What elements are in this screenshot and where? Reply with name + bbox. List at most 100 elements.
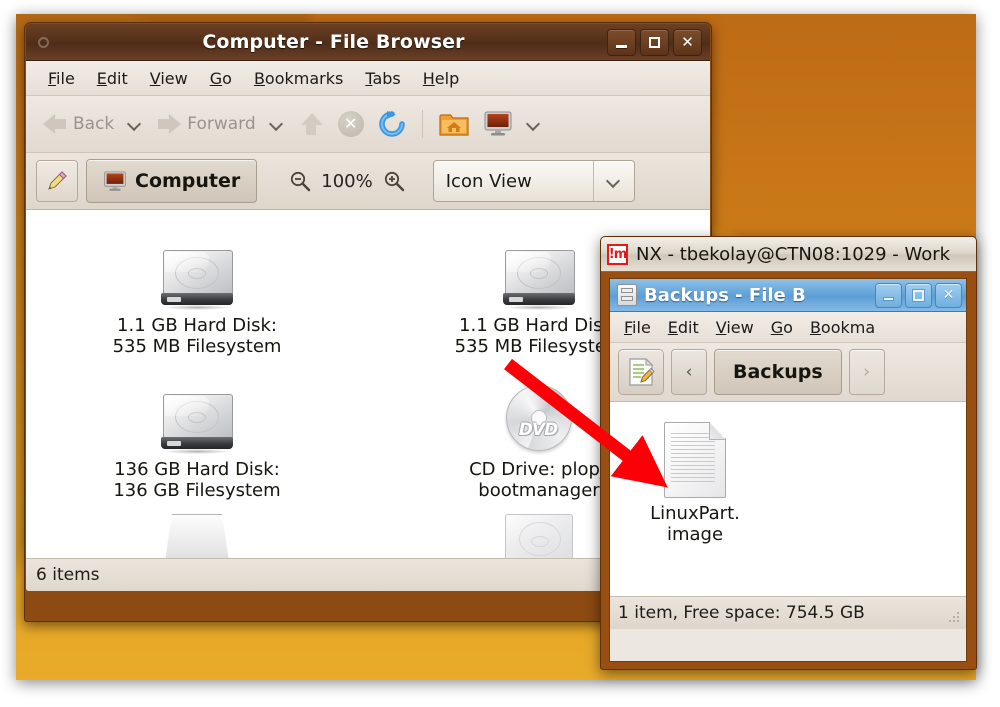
maximize-icon <box>913 289 924 301</box>
menu-view[interactable]: View <box>140 66 198 91</box>
list-item[interactable]: 1.1 GB Hard Disk: 535 MB Filesystem <box>26 226 368 370</box>
view-mode-combobox[interactable]: Icon View <box>432 160 635 202</box>
menu-file[interactable]: File <box>616 316 659 339</box>
stop-button[interactable]: ✕ <box>332 107 370 141</box>
back-arrow-icon <box>42 112 68 136</box>
stop-icon: ✕ <box>337 111 364 137</box>
nx-icon-glyph: !m <box>608 246 628 262</box>
close-button[interactable]: ✕ <box>673 28 702 56</box>
nx-window-title: NX - tbekolay@CTN08:1029 - Work <box>636 243 951 265</box>
next-button[interactable]: › <box>848 349 885 395</box>
nx-app-icon: !m <box>607 243 628 265</box>
next-label: › <box>863 362 871 382</box>
back-history-dropdown[interactable] <box>122 113 148 135</box>
computer-navigation-toolbar: Back Forward ✕ <box>26 96 710 153</box>
backups-file-browser-window[interactable]: Backups - File B ✕ File Edit View Go Boo… <box>609 278 967 662</box>
minimize-icon <box>883 296 894 301</box>
chevron-down-icon <box>527 117 541 131</box>
backups-statusbar: 1 item, Free space: 754.5 GB <box>610 596 966 629</box>
home-button[interactable] <box>433 107 475 141</box>
forward-history-dropdown[interactable] <box>264 113 290 135</box>
dvd-label: DVD <box>518 419 558 440</box>
menu-bookmarks[interactable]: Bookmarks <box>244 66 353 91</box>
usb-drive-icon <box>164 514 230 558</box>
computer-window-titlebar[interactable]: Computer - File Browser ✕ <box>26 24 710 61</box>
backups-toolbar: ‹ Backups › <box>610 343 966 402</box>
forward-label: Forward <box>187 114 256 134</box>
back-button[interactable]: Back <box>36 108 120 140</box>
pencil-icon <box>48 171 67 190</box>
edit-location-button[interactable] <box>36 160 78 202</box>
previous-label: ‹ <box>685 362 693 382</box>
file-browser-icon <box>617 284 637 306</box>
backups-menubar: File Edit View Go Bookma <box>610 312 966 343</box>
toolbar-separator <box>421 110 423 138</box>
menu-file[interactable]: File <box>38 66 85 91</box>
zoom-level-label: 100% <box>321 170 373 192</box>
backups-icon-view[interactable]: LinuxPart. image <box>610 402 966 596</box>
maximize-button[interactable] <box>640 28 669 56</box>
nx-session-window[interactable]: !m NX - tbekolay@CTN08:1029 - Work Backu… <box>600 236 977 670</box>
home-folder-icon <box>439 111 469 137</box>
zoom-out-icon[interactable] <box>289 170 311 192</box>
menu-edit[interactable]: Edit <box>87 66 138 91</box>
window-menu-button[interactable] <box>26 36 60 48</box>
previous-button[interactable]: ‹ <box>671 349 707 395</box>
minimize-icon <box>616 44 627 48</box>
resize-grip[interactable] <box>947 611 961 625</box>
backups-statusbar-text: 1 item, Free space: 754.5 GB <box>618 603 865 623</box>
hard-disk-icon <box>505 514 573 558</box>
chevron-down-icon[interactable] <box>592 161 634 201</box>
zoom-controls: 100% <box>289 170 404 192</box>
reload-button[interactable] <box>372 106 412 142</box>
list-item-label: LinuxPart. image <box>650 503 740 545</box>
menu-view[interactable]: View <box>708 316 762 339</box>
list-item[interactable]: LinuxPart. image <box>626 412 764 558</box>
reload-icon <box>378 110 406 138</box>
list-item-label: CD Drive: plop_ bootmanager <box>469 458 609 501</box>
back-label: Back <box>73 114 115 134</box>
toolbar-overflow-dropdown[interactable] <box>521 113 547 135</box>
breadcrumb-backups-button[interactable]: Backups <box>714 349 842 395</box>
computer-statusbar-text: 6 items <box>36 565 100 585</box>
maximize-button[interactable] <box>905 282 932 308</box>
computer-window-title: Computer - File Browser <box>202 31 465 53</box>
computer-location-bar: Computer 100% Icon View <box>26 153 710 210</box>
edit-location-button[interactable] <box>618 349 664 395</box>
arrow-up-icon <box>298 112 324 136</box>
up-button[interactable] <box>292 108 330 140</box>
minimize-button[interactable] <box>607 28 636 56</box>
nx-window-frame: !m NX - tbekolay@CTN08:1029 - Work Backu… <box>600 236 977 670</box>
computer-location-button[interactable] <box>477 107 519 141</box>
breadcrumb-computer-button[interactable]: Computer <box>86 159 258 203</box>
forward-arrow-icon <box>156 112 182 136</box>
hard-disk-icon <box>155 376 239 454</box>
backups-window-title: Backups - File B <box>644 284 806 306</box>
backups-titlebar[interactable]: Backups - File B ✕ <box>610 279 966 312</box>
zoom-in-icon[interactable] <box>383 170 405 192</box>
close-icon: ✕ <box>681 32 694 51</box>
menu-tabs[interactable]: Tabs <box>355 66 410 91</box>
list-item-label: 1.1 GB Hard Disk: 535 MB Filesystem <box>454 315 624 357</box>
computer-menubar: File Edit View Go Bookmarks Tabs Help <box>26 61 710 96</box>
list-item[interactable] <box>26 514 368 558</box>
hard-disk-icon <box>155 232 239 310</box>
breadcrumb-label: Backups <box>733 361 823 383</box>
backups-window-controls: ✕ <box>875 282 962 308</box>
view-mode-value: Icon View <box>445 170 532 192</box>
close-button[interactable]: ✕ <box>935 282 962 308</box>
nx-titlebar[interactable]: !m NX - tbekolay@CTN08:1029 - Work <box>601 237 976 272</box>
list-item[interactable]: 136 GB Hard Disk: 136 GB Filesystem <box>26 370 368 514</box>
computer-window-controls: ✕ <box>607 28 710 56</box>
close-icon: ✕ <box>942 287 955 303</box>
menu-help[interactable]: Help <box>413 66 469 91</box>
window-menu-icon <box>37 36 49 48</box>
menu-go[interactable]: Go <box>200 66 242 91</box>
hard-disk-icon <box>497 232 581 310</box>
minimize-button[interactable] <box>875 282 902 308</box>
forward-button[interactable]: Forward <box>150 108 261 140</box>
menu-edit[interactable]: Edit <box>660 316 707 339</box>
breadcrumb-label: Computer <box>135 170 241 192</box>
menu-go[interactable]: Go <box>763 316 801 339</box>
menu-bookmarks[interactable]: Bookma <box>802 316 883 339</box>
